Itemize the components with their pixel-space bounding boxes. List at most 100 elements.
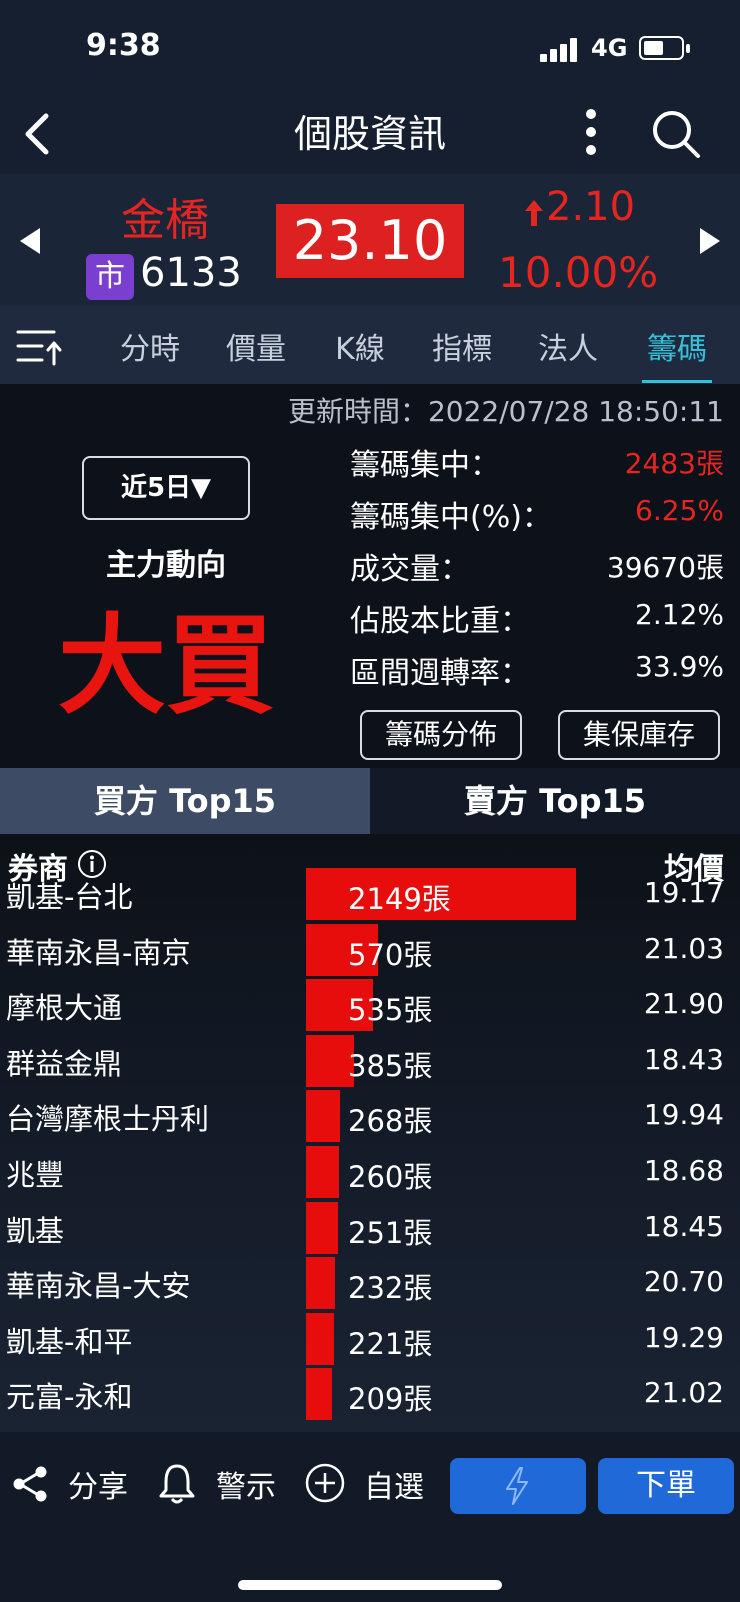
broker-row[interactable]: 華南永昌-大安 232張 20.70	[0, 1255, 740, 1311]
broker-name: 華南永昌-南京	[6, 935, 191, 970]
broker-volume: 2149張	[348, 882, 451, 916]
broker-row[interactable]: 台灣摩根士丹利 268張 19.94	[0, 1088, 740, 1144]
broker-volume: 251張	[348, 1215, 433, 1250]
broker-name: 凱基-台北	[6, 880, 133, 914]
broker-volume: 385張	[348, 1048, 433, 1083]
stat-label-volume: 成交量：	[350, 552, 470, 587]
network-type: 4G	[591, 34, 628, 62]
volume-bar	[306, 1257, 336, 1310]
broker-row[interactable]: 華南永昌-南京 570張 21.03	[0, 922, 740, 978]
status-time: 9:38	[86, 28, 161, 63]
share-icon[interactable]	[10, 1464, 50, 1504]
price-change-value: 2.10	[546, 184, 636, 230]
stat-label-turnover: 區間週轉率：	[350, 656, 530, 691]
more-vertical-icon[interactable]	[574, 106, 608, 158]
battery-icon	[639, 36, 684, 60]
stat-label-concentration-percent: 籌碼集中(%)：	[350, 500, 552, 535]
broker-name: 凱基	[6, 1213, 65, 1248]
stat-value-volume: 39670張	[606, 551, 724, 584]
broker-avg-price: 20.70	[643, 1265, 724, 1299]
previous-stock-icon[interactable]	[16, 226, 44, 256]
broker-row[interactable]: 凱基 251張 18.45	[0, 1200, 740, 1256]
stat-value-capital-ratio: 2.12%	[635, 598, 724, 631]
tab-intraday[interactable]: 分時	[114, 324, 186, 368]
place-order-button[interactable]: 下單	[598, 1458, 734, 1514]
status-bar: 9:38 4G	[0, 0, 740, 96]
broker-name: 凱基-和平	[6, 1324, 133, 1359]
price-change-percent: 10.00%	[498, 248, 659, 297]
broker-name: 群益金鼎	[6, 1046, 123, 1081]
broker-row[interactable]: 群益金鼎 385張 18.43	[0, 1033, 740, 1089]
period-selector-button[interactable]: 近5日▼	[82, 456, 250, 520]
buy-sell-tabs: 買方 Top15 賣方 Top15	[0, 768, 740, 834]
lightning-icon	[506, 1467, 528, 1505]
price-change: 2.10	[522, 184, 635, 230]
add-circle-icon[interactable]	[304, 1462, 346, 1504]
broker-volume: 232張	[348, 1271, 433, 1306]
broker-volume: 268張	[348, 1104, 433, 1139]
broker-volume: 570張	[348, 937, 433, 972]
broker-avg-price: 19.17	[643, 876, 724, 909]
tab-price-volume[interactable]: 價量	[220, 324, 292, 368]
update-time: 更新時間：2022/07/28 18:50:11	[287, 395, 724, 428]
chip-panel: 更新時間：2022/07/28 18:50:11 近5日▼ 主力動向 大買 籌碼…	[0, 384, 740, 768]
tab-bar: 分時 價量 K線 指標 法人 籌碼	[0, 306, 740, 384]
tab-chips[interactable]: 籌碼	[640, 324, 714, 368]
stock-code: 6133	[140, 250, 242, 296]
broker-row[interactable]: 凱基-台北 2149張 19.17	[0, 866, 740, 922]
broker-list[interactable]: 券商 均價 凱基-台北 2149張 19.17 華南永昌-南京 570張 21.03 摩根大…	[0, 834, 740, 1432]
stock-name: 金橋	[121, 195, 209, 246]
broker-avg-price: 19.94	[643, 1098, 724, 1132]
bell-icon[interactable]	[158, 1462, 196, 1506]
tab-institutional[interactable]: 法人	[532, 324, 604, 368]
volume-bar	[306, 1368, 333, 1421]
page-title: 個股資訊	[293, 112, 446, 156]
broker-avg-price: 21.02	[643, 1376, 724, 1410]
chip-distribution-button[interactable]: 籌碼分佈	[360, 710, 522, 760]
watchlist-label[interactable]: 自選	[364, 1462, 424, 1506]
main-force-value: 大買	[57, 604, 274, 729]
broker-avg-price: 21.90	[643, 987, 724, 1021]
cellular-signal-icon	[540, 38, 580, 62]
tab-buy-top15[interactable]: 買方 Top15	[0, 768, 370, 834]
tab-k-line[interactable]: K線	[324, 324, 396, 368]
quick-order-button[interactable]	[450, 1458, 586, 1514]
volume-bar	[306, 1312, 334, 1365]
broker-volume: 221張	[348, 1326, 433, 1361]
broker-avg-price: 21.03	[643, 931, 724, 965]
last-price: 23.10	[276, 204, 464, 278]
stat-value-concentration: 2483張	[624, 447, 724, 480]
bottom-action-bar: 分享 警示 自選 下單	[0, 1432, 740, 1602]
broker-name: 華南永昌-大安	[6, 1269, 191, 1304]
broker-row[interactable]: 摩根大通 535張 21.90	[0, 977, 740, 1033]
broker-avg-price: 19.29	[643, 1320, 724, 1354]
back-arrow-icon[interactable]	[18, 112, 58, 156]
broker-row[interactable]: 元富-永和 209張 21.02	[0, 1366, 740, 1422]
volume-bar	[306, 1090, 340, 1143]
tab-sell-top15[interactable]: 賣方 Top15	[370, 768, 740, 834]
custody-inventory-button[interactable]: 集保庫存	[558, 710, 720, 760]
search-icon[interactable]	[650, 108, 702, 160]
broker-name: 兆豐	[6, 1158, 65, 1192]
broker-volume: 260張	[348, 1160, 433, 1194]
stat-value-turnover: 33.9%	[635, 650, 724, 683]
alert-label[interactable]: 警示	[216, 1462, 276, 1506]
broker-row[interactable]: 兆豐 260張 18.68	[0, 1144, 740, 1200]
broker-volume: 209張	[348, 1382, 433, 1417]
quote-bar: 金橋 市 6133 23.10 2.10 10.00%	[0, 174, 740, 306]
battery-tip	[686, 44, 690, 53]
broker-avg-price: 18.43	[643, 1042, 724, 1076]
sort-menu-icon[interactable]	[14, 324, 64, 368]
share-label[interactable]: 分享	[68, 1462, 128, 1506]
main-force-label: 主力動向	[106, 548, 226, 583]
home-indicator	[238, 1580, 502, 1590]
active-tab-indicator	[642, 380, 712, 383]
next-stock-icon[interactable]	[696, 226, 724, 256]
broker-row[interactable]: 凱基-和平 221張 19.29	[0, 1311, 740, 1367]
volume-bar	[306, 1201, 338, 1254]
broker-name: 元富-永和	[6, 1380, 133, 1415]
stat-value-concentration-percent: 6.25%	[635, 494, 724, 527]
market-badge: 市	[86, 254, 134, 300]
tab-indicators[interactable]: 指標	[426, 324, 498, 368]
stat-label-capital-ratio: 佔股本比重：	[350, 604, 530, 639]
